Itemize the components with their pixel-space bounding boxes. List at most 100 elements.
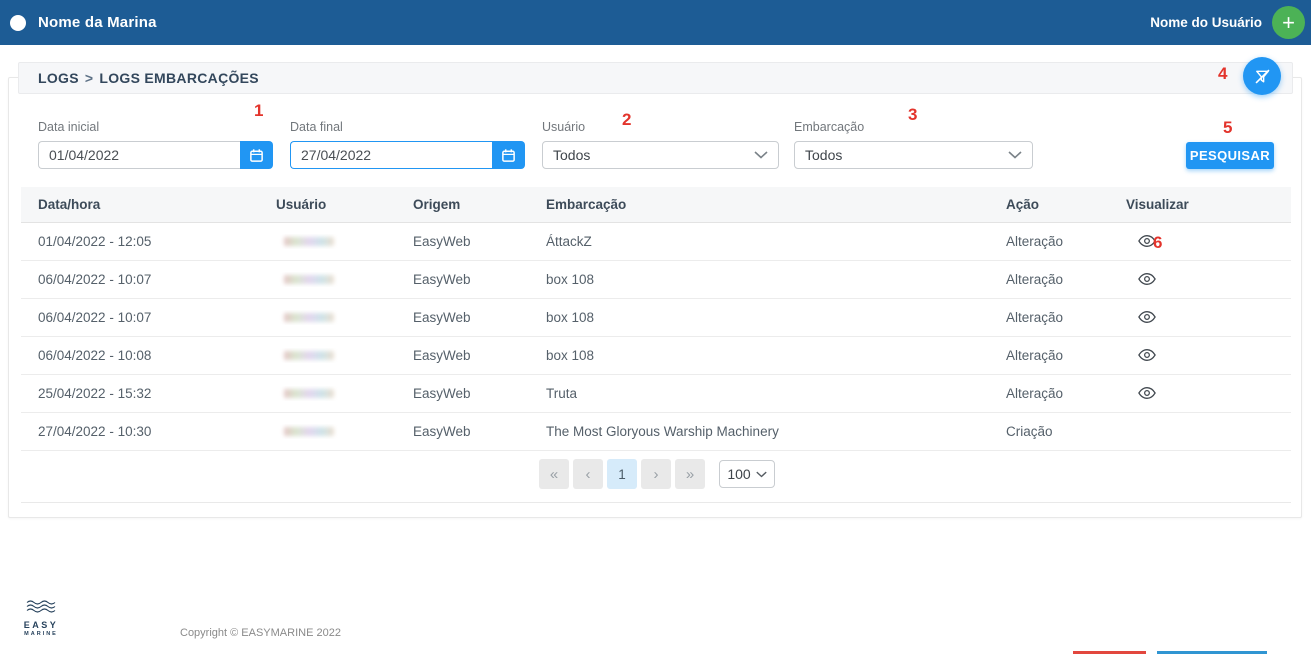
col-header-action: Ação: [1006, 197, 1040, 212]
log-user: [276, 424, 413, 439]
table-row: 25/04/2022 - 15:32 EasyWeb Truta Alteraç…: [21, 375, 1291, 413]
log-datetime: 06/04/2022 - 10:07: [38, 310, 152, 325]
top-header-bar: Nome da Marina Nome do Usuário +: [0, 0, 1311, 45]
user-name[interactable]: Nome do Usuário: [1150, 15, 1262, 30]
chevron-down-icon: [1008, 151, 1022, 159]
page-size-select[interactable]: 100: [719, 460, 775, 488]
breadcrumb-section: LOGS: [38, 70, 79, 86]
eye-icon: [1138, 272, 1156, 286]
easymarine-logo: EASY MARINE: [21, 598, 61, 637]
clear-filter-button[interactable]: [1243, 57, 1281, 95]
end-date-calendar-button[interactable]: [492, 141, 525, 169]
redacted-username: [284, 237, 334, 246]
redacted-username: [284, 389, 334, 398]
pagination-prev-button[interactable]: ‹: [573, 459, 603, 489]
table-row: 06/04/2022 - 10:07 EasyWeb box 108 Alter…: [21, 261, 1291, 299]
filter-vessel: Embarcação Todos: [794, 120, 1033, 169]
logo-text-easy: EASY: [23, 620, 59, 630]
filter-off-icon: [1253, 67, 1272, 86]
log-user: [276, 272, 413, 287]
logo-text-marine: MARINE: [24, 631, 58, 637]
log-user: [276, 234, 413, 249]
user-select-value: Todos: [553, 147, 591, 163]
search-button[interactable]: PESQUISAR: [1186, 142, 1274, 169]
annotation-3: 3: [908, 105, 918, 124]
eye-icon: [1138, 348, 1156, 362]
log-origin: EasyWeb: [413, 310, 471, 325]
log-vessel: The Most Gloryous Warship Machinery: [546, 424, 779, 439]
log-user: [276, 386, 413, 401]
breadcrumb-separator: >: [84, 70, 94, 86]
end-date-input[interactable]: [290, 141, 492, 169]
user-filter-label: Usuário: [542, 120, 586, 134]
pagination-last-button[interactable]: »: [675, 459, 705, 489]
log-action: Alteração: [1006, 234, 1064, 249]
calendar-icon: [501, 148, 516, 163]
log-vessel: box 108: [546, 348, 595, 363]
redacted-username: [284, 427, 334, 436]
add-button[interactable]: +: [1272, 6, 1305, 39]
table-row: 06/04/2022 - 10:07 EasyWeb box 108 Alter…: [21, 299, 1291, 337]
marina-logo-circle: [10, 14, 26, 31]
annotation-4: 4: [1218, 64, 1228, 83]
log-user: [276, 348, 413, 363]
chevron-down-icon: [755, 471, 767, 478]
col-header-view: Visualizar: [1126, 197, 1189, 212]
log-action: Alteração: [1006, 272, 1064, 287]
log-datetime: 06/04/2022 - 10:08: [38, 348, 152, 363]
vessel-select[interactable]: Todos: [794, 141, 1033, 169]
logs-table: Data/hora Usuário Origem Embarcação Ação…: [21, 187, 1291, 503]
col-header-vessel: Embarcação: [546, 197, 627, 212]
marina-name: Nome da Marina: [38, 14, 157, 31]
table-row: 27/04/2022 - 10:30 EasyWeb The Most Glor…: [21, 413, 1291, 451]
pagination: « ‹ 1 › » 100: [21, 451, 1291, 503]
logs-card: Data inicial Data final Usuário Todos: [8, 77, 1302, 518]
start-date-calendar-button[interactable]: [240, 141, 273, 169]
table-row: 01/04/2022 - 12:05 EasyWeb ÁttackZ Alter…: [21, 223, 1291, 261]
copyright-text: Copyright © EASYMARINE 2022: [180, 627, 341, 639]
annotation-6: 6: [1153, 233, 1163, 252]
annotation-2: 2: [622, 110, 632, 129]
log-origin: EasyWeb: [413, 424, 471, 439]
log-datetime: 25/04/2022 - 15:32: [38, 386, 152, 401]
log-vessel: box 108: [546, 272, 595, 287]
breadcrumb: LOGS > LOGS EMBARCAÇÕES: [38, 70, 259, 86]
waves-icon: [26, 598, 56, 614]
pagination-first-button[interactable]: «: [539, 459, 569, 489]
log-origin: EasyWeb: [413, 348, 471, 363]
page-size-value: 100: [727, 466, 751, 482]
log-origin: EasyWeb: [413, 234, 471, 249]
filter-start-date: Data inicial: [38, 120, 273, 169]
pagination-page-1-button[interactable]: 1: [607, 459, 637, 489]
col-header-user: Usuário: [276, 197, 327, 212]
filter-end-date: Data final: [290, 120, 525, 169]
plus-icon: +: [1282, 9, 1295, 35]
view-log-button[interactable]: [1136, 346, 1158, 364]
log-action: Alteração: [1006, 348, 1064, 363]
start-date-input[interactable]: [38, 141, 240, 169]
log-action: Criação: [1006, 424, 1053, 439]
view-log-button[interactable]: [1136, 384, 1158, 402]
vessel-select-value: Todos: [805, 147, 843, 163]
log-vessel: ÁttackZ: [546, 234, 592, 249]
filter-user: Usuário Todos: [542, 120, 779, 169]
redacted-username: [284, 351, 334, 360]
pagination-next-button[interactable]: ›: [641, 459, 671, 489]
user-select[interactable]: Todos: [542, 141, 779, 169]
annotation-5: 5: [1223, 118, 1233, 137]
end-date-label: Data final: [290, 120, 343, 134]
log-origin: EasyWeb: [413, 386, 471, 401]
page-title: LOGS EMBARCAÇÕES: [99, 70, 259, 86]
table-row: 06/04/2022 - 10:08 EasyWeb box 108 Alter…: [21, 337, 1291, 375]
breadcrumb-strip: LOGS > LOGS EMBARCAÇÕES: [18, 62, 1293, 94]
log-datetime: 06/04/2022 - 10:07: [38, 272, 152, 287]
annotation-1: 1: [254, 101, 264, 120]
view-log-button[interactable]: [1136, 308, 1158, 326]
log-action: Alteração: [1006, 310, 1064, 325]
eye-icon: [1138, 310, 1156, 324]
log-datetime: 27/04/2022 - 10:30: [38, 424, 152, 439]
log-user: [276, 310, 413, 325]
log-vessel: Truta: [546, 386, 578, 401]
table-header-row: Data/hora Usuário Origem Embarcação Ação…: [21, 187, 1291, 223]
view-log-button[interactable]: [1136, 270, 1158, 288]
